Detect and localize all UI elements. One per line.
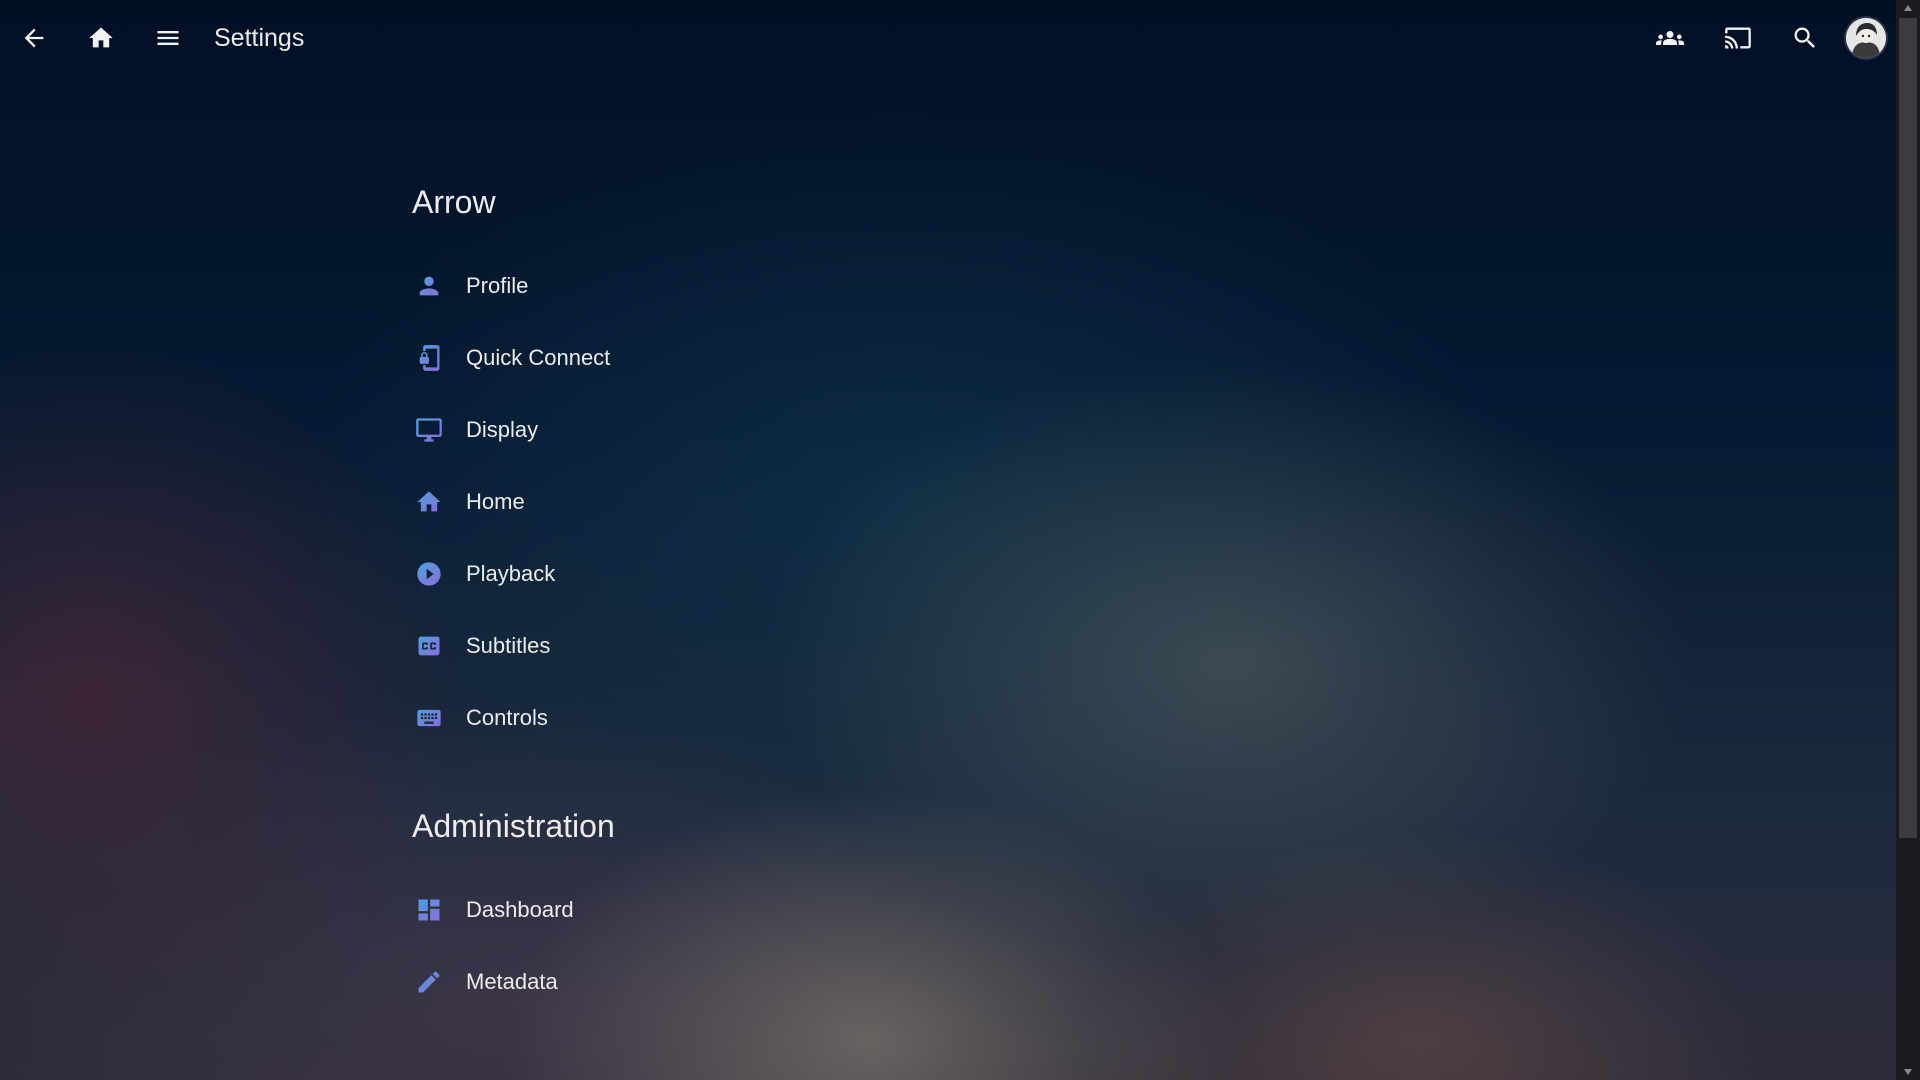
home-button[interactable] xyxy=(77,14,125,62)
vertical-scrollbar[interactable] xyxy=(1896,0,1920,1080)
menu-item-controls[interactable]: Controls xyxy=(412,682,772,754)
main-menu-button[interactable] xyxy=(144,14,192,62)
home-icon xyxy=(414,487,444,517)
monitor-icon xyxy=(414,415,444,445)
menu-item-home[interactable]: Home xyxy=(412,466,772,538)
admin-settings-list: Dashboard Metadata xyxy=(412,874,1112,1018)
menu-item-subtitles[interactable]: Subtitles xyxy=(412,610,772,682)
settings-content: Arrow Profile Quick Connect Display Home xyxy=(412,180,1112,1018)
closed-caption-icon xyxy=(414,631,444,661)
keyboard-icon xyxy=(414,703,444,733)
menu-item-dashboard[interactable]: Dashboard xyxy=(412,874,772,946)
menu-item-display[interactable]: Display xyxy=(412,394,772,466)
menu-item-label: Playback xyxy=(466,561,556,586)
hamburger-menu-icon xyxy=(157,31,179,45)
cast-icon xyxy=(1725,27,1751,49)
menu-item-label: Display xyxy=(466,417,539,442)
menu-item-label: Controls xyxy=(466,705,548,730)
back-button[interactable] xyxy=(10,14,58,62)
page-title: Settings xyxy=(214,24,305,52)
menu-item-label: Subtitles xyxy=(466,633,551,658)
menu-item-label: Home xyxy=(466,489,525,514)
edit-pencil-icon xyxy=(414,967,444,997)
arrow-back-icon xyxy=(24,28,44,48)
syncplay-button[interactable] xyxy=(1646,14,1694,62)
section-title-user: Arrow xyxy=(412,184,496,220)
menu-item-metadata[interactable]: Metadata xyxy=(412,946,772,1018)
menu-item-label: Dashboard xyxy=(466,897,574,922)
menu-item-quick-connect[interactable]: Quick Connect xyxy=(412,322,772,394)
person-icon xyxy=(414,271,444,301)
menu-item-label: Metadata xyxy=(466,969,558,994)
user-settings-list: Profile Quick Connect Display Home Playb… xyxy=(412,250,1112,754)
phonelink-lock-icon xyxy=(414,343,444,373)
dashboard-icon xyxy=(414,895,444,925)
search-icon xyxy=(1794,27,1815,48)
scrollbar-thumb[interactable] xyxy=(1899,18,1917,838)
triangle-up-icon xyxy=(1904,5,1912,11)
menu-item-label: Profile xyxy=(466,273,529,298)
play-circle-icon xyxy=(414,559,444,589)
app-header: Settings xyxy=(0,0,1896,78)
group-icon xyxy=(1656,31,1684,45)
menu-item-label: Quick Connect xyxy=(466,345,611,370)
avatar-image-icon xyxy=(1846,18,1886,58)
scroll-up-button[interactable] xyxy=(1896,0,1920,16)
section-title-administration: Administration xyxy=(412,808,615,844)
search-button[interactable] xyxy=(1781,14,1829,62)
scroll-down-button[interactable] xyxy=(1896,1064,1920,1080)
menu-item-profile[interactable]: Profile xyxy=(412,250,772,322)
menu-item-playback[interactable]: Playback xyxy=(412,538,772,610)
triangle-down-icon xyxy=(1904,1069,1912,1075)
user-avatar[interactable] xyxy=(1846,18,1886,58)
cast-button[interactable] xyxy=(1714,14,1762,62)
home-icon xyxy=(89,27,113,48)
